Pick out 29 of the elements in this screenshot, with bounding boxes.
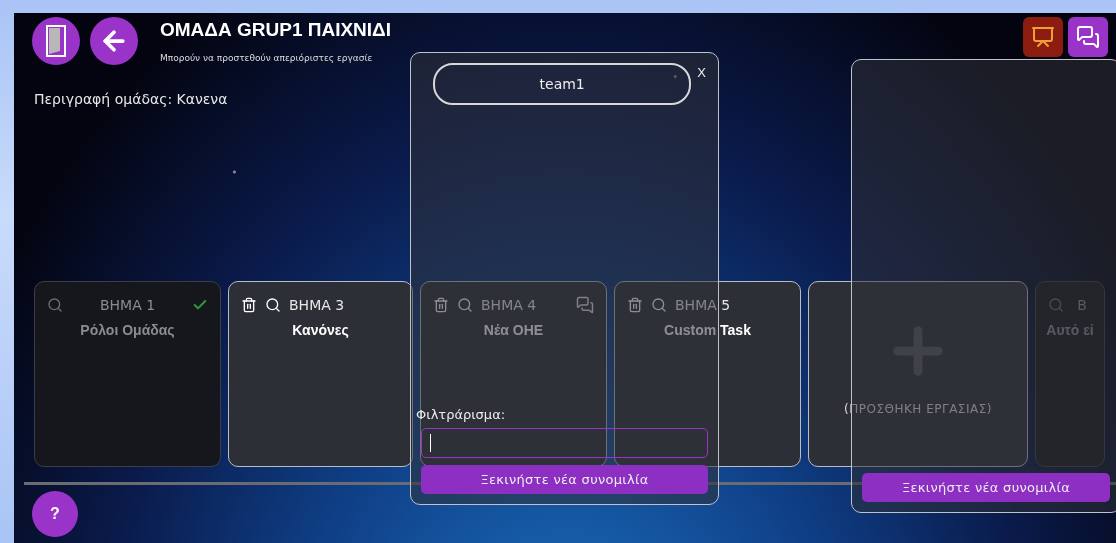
new-chat-button[interactable]: Ξεκινήστε νέα συνομιλία: [862, 473, 1110, 502]
task-title: Custom Task: [664, 322, 751, 338]
close-button[interactable]: X: [697, 65, 706, 80]
chat-button[interactable]: [1068, 17, 1108, 57]
task-title: Ρόλοι Ομάδας: [80, 322, 175, 338]
step-label: ΒΗΜΑ 4: [481, 297, 537, 313]
chat-icon[interactable]: [576, 296, 594, 314]
task-card[interactable]: ΒΗΜΑ 1 Ρόλοι Ομάδας: [34, 281, 221, 467]
trash-icon[interactable]: [241, 297, 257, 313]
task-title: Κανόνες: [292, 322, 349, 338]
page-title: ΟΜΑΔΑ GRUP1 ΠΑΙΧΝΙΔΙ: [160, 19, 392, 41]
step-label: ΒΗΜΑ 5: [675, 297, 731, 313]
filter-field[interactable]: [421, 428, 708, 458]
help-button[interactable]: ?: [32, 491, 78, 537]
page-subtitle: Μπορούν να προστεθούν απεριόριστες εργασίε: [160, 53, 374, 63]
door-icon: [46, 25, 66, 57]
step-label: ΒΗΜΑ 3: [289, 297, 345, 313]
step-label: ΒΗΜΑ 1: [99, 297, 156, 313]
exit-button[interactable]: [32, 17, 80, 65]
chat-icon: [1076, 25, 1100, 49]
presentation-icon: [1031, 25, 1055, 49]
back-button[interactable]: [90, 17, 138, 65]
presentation-button[interactable]: [1023, 17, 1063, 57]
new-chat-button[interactable]: Ξεκινήστε νέα συνομιλία: [421, 465, 708, 494]
task-title: Νέα ΟΗΕ: [483, 322, 544, 338]
team-name-field[interactable]: team1: [433, 63, 692, 105]
group-description: Περιγραφή ομάδας: Κανενα: [34, 91, 228, 107]
search-icon[interactable]: [265, 297, 281, 313]
task-card[interactable]: ΒΗΜΑ 3 Κανόνες: [228, 281, 413, 467]
